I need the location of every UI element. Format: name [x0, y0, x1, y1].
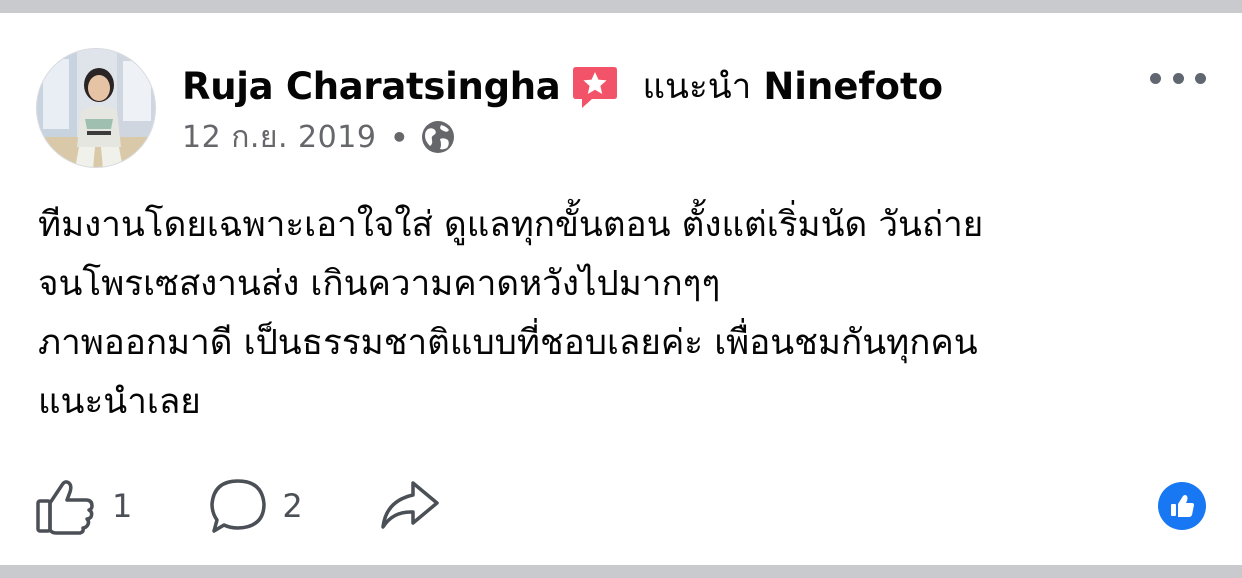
post-text: ทีมงานโดยเฉพาะเอาใจใส่ ดูแลทุกขั้นตอน ตั…	[38, 196, 1208, 432]
post-meta: 12 ก.ย. 2019 •	[182, 116, 456, 158]
share-button[interactable]	[379, 479, 441, 533]
globe-icon[interactable]	[420, 119, 456, 155]
thumbs-up-icon	[36, 480, 94, 535]
share-arrow-icon	[380, 481, 439, 529]
post-text-line: ภาพออกมาดี เป็นธรรมชาติแบบที่ชอบเลยค่ะ เ…	[38, 323, 978, 363]
like-button[interactable]: 1	[34, 477, 132, 535]
page-name[interactable]: Ninefoto	[763, 65, 943, 108]
post-text-line: ทีมงานโดยเฉพาะเอาใจใส่ ดูแลทุกขั้นตอน ตั…	[38, 205, 984, 245]
author-name[interactable]: Ruja Charatsingha	[182, 65, 561, 108]
more-dot-icon	[1172, 72, 1184, 84]
top-divider	[0, 0, 1242, 13]
comment-bubble-icon	[210, 479, 267, 533]
recommendation-star-icon	[570, 61, 620, 111]
post-text-line: แนะนำเลย	[38, 382, 201, 422]
like-reaction-icon[interactable]	[1158, 482, 1206, 530]
meta-separator: •	[390, 120, 409, 154]
recommend-label: แนะนำ	[642, 66, 752, 107]
comment-button[interactable]: 2	[208, 477, 303, 535]
more-options-button[interactable]	[1150, 64, 1206, 92]
like-count: 1	[112, 487, 133, 525]
avatar[interactable]	[36, 48, 156, 168]
post-date[interactable]: 12 ก.ย. 2019	[182, 114, 376, 161]
more-dot-icon	[1195, 72, 1206, 84]
more-dot-icon	[1150, 72, 1161, 84]
post-header: Ruja Charatsingha แนะนำ Ninefoto	[182, 60, 943, 112]
post-actions: 1 2	[34, 476, 441, 536]
post-text-line: จนโพรเซสงานส่ง เกินความคาดหวังไปมากๆๆ	[38, 264, 721, 304]
comment-count: 2	[282, 487, 303, 525]
bottom-divider	[0, 565, 1242, 578]
